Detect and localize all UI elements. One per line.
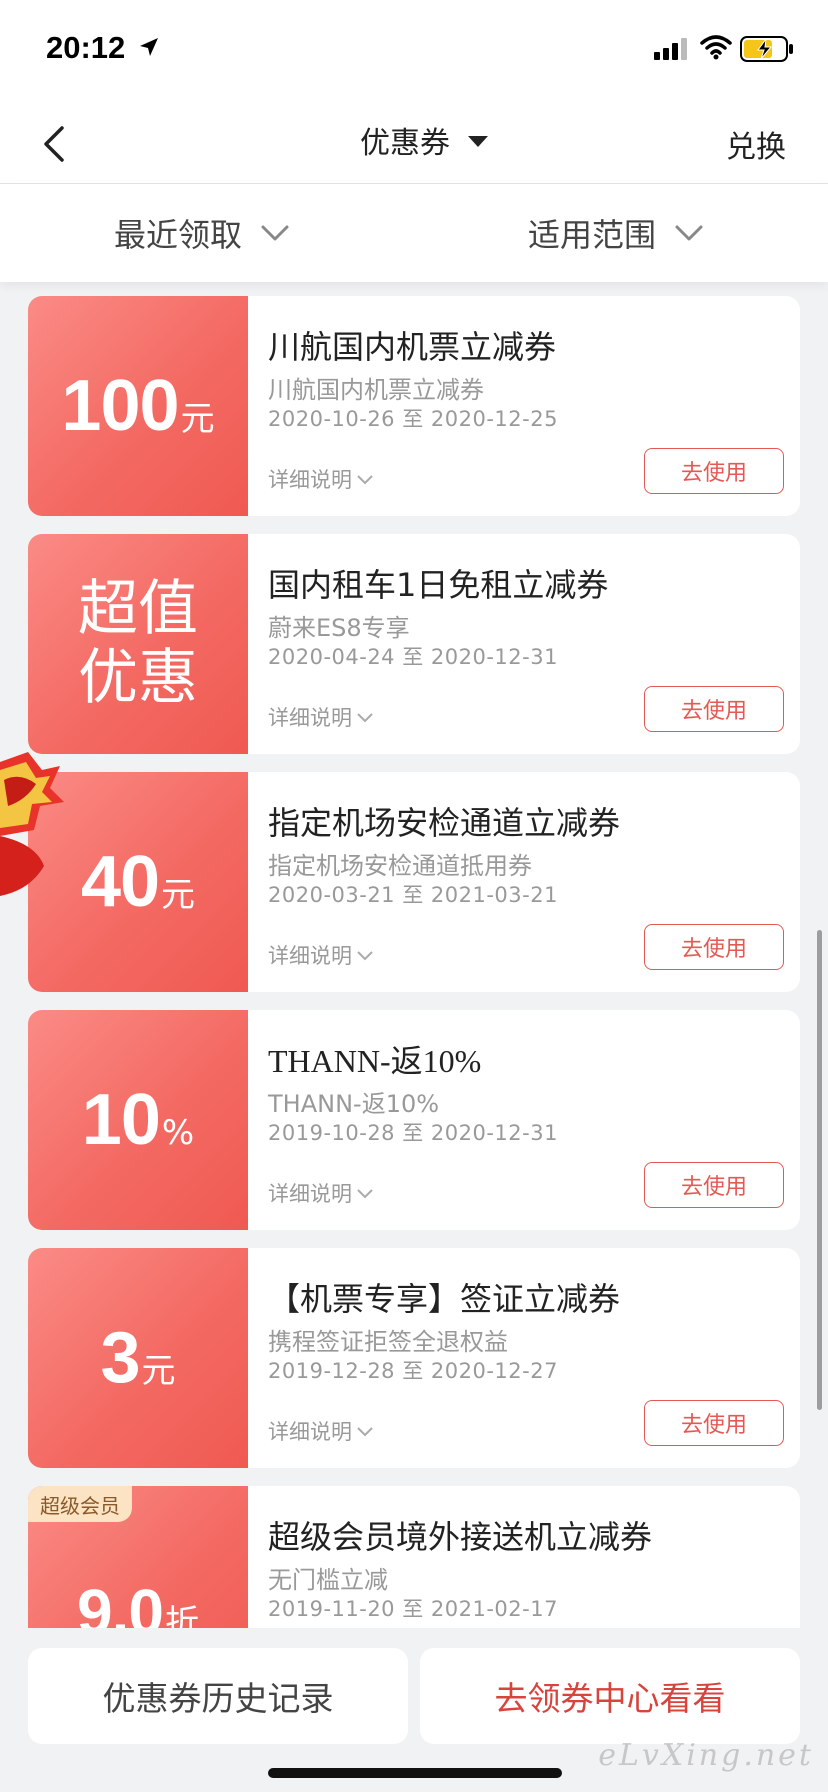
coupon-title: THANN-返10%: [268, 1043, 482, 1079]
coupon-title: 超级会员境外接送机立减券: [268, 1518, 653, 1556]
coupon-detail-toggle[interactable]: 详细说明: [268, 940, 374, 970]
coupon-unit: 折: [164, 1603, 199, 1628]
coupon-date: 2019-11-20 至 2021-02-17: [268, 1597, 558, 1621]
coupon-subtitle: 指定机场安检通道抵用券: [268, 852, 532, 880]
coupon-history-button[interactable]: 优惠券历史记录: [28, 1648, 408, 1744]
coupon-card[interactable]: 10 % THANN-返10% THANN-返10% 2019-10-28 至 …: [28, 1010, 800, 1230]
coupon-amount: 10: [81, 1080, 161, 1160]
wifi-icon: [700, 35, 732, 60]
use-button[interactable]: 去使用: [644, 1162, 784, 1208]
coupon-detail-label: 详细说明: [268, 944, 352, 968]
coupon-title: 指定机场安检通道立减券: [268, 804, 621, 842]
coupon-amount: 9.0: [77, 1576, 164, 1628]
coupon-amount-line: 优惠: [78, 643, 198, 713]
coupon-detail-label: 详细说明: [268, 468, 352, 492]
chevron-down-icon: [261, 225, 289, 241]
use-button[interactable]: 去使用: [644, 686, 784, 732]
nav-bar: 优惠券 兑换: [0, 100, 828, 184]
chevron-down-icon: [357, 951, 373, 961]
coupon-unit: %: [161, 1113, 195, 1153]
coupon-card[interactable]: 超值 优惠 国内租车1日免租立减券 蔚来ES8专享 2020-04-24 至 2…: [28, 534, 800, 754]
status-bar: 20:12: [0, 0, 828, 100]
status-time: 20:12: [46, 30, 126, 65]
coupon-value: 10 %: [28, 1010, 248, 1230]
coupon-amount-text: 超值 优惠: [78, 575, 198, 713]
coupon-date: 2020-04-24 至 2020-12-31: [268, 645, 558, 669]
coupon-unit: 元: [180, 399, 215, 439]
bottom-bar: 优惠券历史记录 去领券中心看看 eLvXing.net: [0, 1628, 828, 1792]
coupon-date: 2020-03-21 至 2021-03-21: [268, 883, 558, 907]
coupon-value: 3 元: [28, 1248, 248, 1468]
coupon-card[interactable]: 40 元 指定机场安检通道立减券 指定机场安检通道抵用券 2020-03-21 …: [28, 772, 800, 992]
battery-charging-icon: [740, 36, 793, 62]
page-title: 优惠券: [360, 126, 450, 161]
coupon-amount-line: 超值: [78, 574, 198, 644]
coupon-unit: 元: [141, 1351, 176, 1391]
coupon-detail-label: 详细说明: [268, 1420, 352, 1444]
location-arrow-icon: [140, 38, 158, 56]
coupon-subtitle: 蔚来ES8专享: [268, 614, 410, 642]
coupon-detail-label: 详细说明: [268, 1182, 352, 1206]
chevron-down-icon: [675, 225, 703, 241]
chevron-down-icon: [357, 1189, 373, 1199]
chevron-down-icon: [357, 1427, 373, 1437]
filter-scope[interactable]: 适用范围: [528, 210, 704, 256]
coupon-subtitle: 无门槛立减: [268, 1566, 388, 1594]
coupon-type-dropdown[interactable]: 优惠券: [360, 118, 488, 162]
home-indicator[interactable]: [268, 1768, 562, 1778]
coupon-card[interactable]: 3 元 【机票专享】签证立减券 携程签证拒签全退权益 2019-12-28 至 …: [28, 1248, 800, 1468]
coupon-card[interactable]: 100 元 川航国内机票立减券 川航国内机票立减券 2020-10-26 至 2…: [28, 296, 800, 516]
coupon-detail-label: 详细说明: [268, 706, 352, 730]
filter-recent[interactable]: 最近领取: [114, 210, 290, 256]
coupon-amount: 40: [80, 842, 160, 922]
chevron-down-icon: [357, 713, 373, 723]
coupon-unit: 元: [161, 875, 196, 915]
coupon-detail-toggle[interactable]: 详细说明: [268, 1416, 374, 1446]
coupon-date: 2020-10-26 至 2020-12-25: [268, 407, 558, 431]
coupon-detail-toggle[interactable]: 详细说明: [268, 464, 374, 494]
vip-badge: 超级会员: [28, 1486, 132, 1522]
coupon-date: 2019-10-28 至 2020-12-31: [268, 1121, 558, 1145]
filter-bar: 最近领取 适用范围: [0, 184, 828, 282]
coupon-value: 超值 优惠: [28, 534, 248, 754]
coupon-list[interactable]: 100 元 川航国内机票立减券 川航国内机票立减券 2020-10-26 至 2…: [0, 282, 828, 1628]
coupon-title: 川航国内机票立减券: [268, 328, 557, 366]
back-arrow-icon[interactable]: [36, 122, 76, 166]
use-button[interactable]: 去使用: [644, 448, 784, 494]
filter-scope-label: 适用范围: [528, 216, 657, 254]
coupon-amount: 3: [100, 1318, 140, 1398]
coupon-center-float-icon[interactable]: [0, 740, 70, 900]
coupon-subtitle: 携程签证拒签全退权益: [268, 1328, 508, 1356]
use-button[interactable]: 去使用: [644, 1400, 784, 1446]
coupon-subtitle: 川航国内机票立减券: [268, 376, 484, 404]
coupon-value: 100 元: [28, 296, 248, 516]
exchange-button[interactable]: 兑换: [726, 122, 786, 166]
scrollbar[interactable]: [817, 930, 822, 1410]
coupon-amount: 100: [61, 366, 179, 446]
coupon-detail-toggle[interactable]: 详细说明: [268, 702, 374, 732]
coupon-title: 【机票专享】签证立减券: [268, 1280, 621, 1318]
coupon-subtitle: THANN-返10%: [268, 1090, 440, 1118]
caret-down-icon: [468, 135, 488, 147]
coupon-card[interactable]: 9.0 折 超级会员 超级会员境外接送机立减券 无门槛立减 2019-11-20…: [28, 1486, 800, 1628]
coupon-title: 国内租车1日免租立减券: [268, 566, 609, 604]
filter-recent-label: 最近领取: [114, 216, 243, 254]
cellular-signal-icon: [654, 38, 687, 60]
chevron-down-icon: [357, 475, 373, 485]
coupon-detail-toggle[interactable]: 详细说明: [268, 1178, 374, 1208]
coupon-date: 2019-12-28 至 2020-12-27: [268, 1359, 558, 1383]
watermark: eLvXing.net: [598, 1738, 814, 1773]
use-button[interactable]: 去使用: [644, 924, 784, 970]
coupon-center-button[interactable]: 去领券中心看看: [420, 1648, 800, 1744]
